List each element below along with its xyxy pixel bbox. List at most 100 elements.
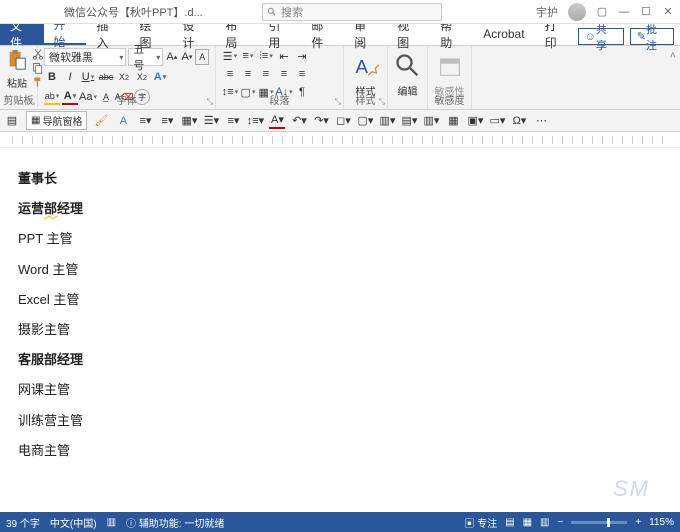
qat-redo[interactable]: ↷▾	[313, 113, 329, 129]
paragraph-launcher-icon[interactable]: ⤡	[335, 97, 341, 107]
share-button[interactable]: ☺ 共享	[578, 28, 624, 45]
styles-launcher-icon[interactable]: ⤡	[379, 97, 385, 107]
bold-button[interactable]: B	[44, 69, 60, 85]
svg-text:A: A	[355, 56, 368, 77]
decrease-indent-button[interactable]: ⇤	[276, 48, 292, 64]
file-tab[interactable]: 文件	[0, 23, 44, 45]
text-effects-button[interactable]: A	[152, 69, 168, 85]
editing-button[interactable]: 编辑	[394, 48, 421, 98]
align-center-button[interactable]: ≡	[240, 66, 256, 82]
tab-引用[interactable]: 引用	[258, 23, 301, 45]
doc-line[interactable]: 电商主管	[18, 442, 680, 460]
strikethrough-button[interactable]: abc	[98, 69, 114, 85]
qat-bullets[interactable]: ☰▾	[203, 113, 219, 129]
qat-fill[interactable]: ▢▾	[357, 113, 373, 129]
nav-pane-toggle[interactable]: ▦ 导航窗格	[26, 111, 87, 130]
styles-group: A 样式 样式 ⤡	[344, 46, 388, 109]
language-status[interactable]: 中文(中国)	[50, 515, 97, 530]
display-settings-icon[interactable]: ▥	[107, 517, 116, 528]
doc-line[interactable]: 训练营主管	[18, 412, 680, 430]
print-layout-view-icon[interactable]: ▤	[505, 517, 514, 528]
tab-邮件[interactable]: 邮件	[301, 23, 344, 45]
tab-视图[interactable]: 视图	[387, 23, 430, 45]
tab-开始[interactable]: 开始	[44, 23, 87, 45]
zoom-out-button[interactable]: −	[557, 517, 563, 528]
qat-group[interactable]: ▣▾	[467, 113, 483, 129]
qat-more[interactable]: ⋯	[533, 113, 549, 129]
read-mode-view-icon[interactable]: ▦	[523, 517, 532, 528]
tab-插入[interactable]: 插入	[86, 23, 129, 45]
doc-line[interactable]: 运营部经理	[18, 200, 680, 218]
font-launcher-icon[interactable]: ⤡	[207, 97, 213, 107]
clipboard-launcher-icon[interactable]: ⤡	[29, 97, 35, 107]
qat-section[interactable]: ▤▾	[401, 113, 417, 129]
tab-审阅[interactable]: 审阅	[344, 23, 387, 45]
qat-header[interactable]: ▥▾	[379, 113, 395, 129]
maximize-button[interactable]: ☐	[640, 6, 652, 18]
font-size-select[interactable]: 五号	[128, 48, 163, 66]
qat-columns[interactable]: ▥▾	[423, 113, 439, 129]
increase-indent-button[interactable]: ⇥	[294, 48, 310, 64]
numbering-button[interactable]: ≡	[240, 48, 256, 64]
comments-button[interactable]: ✎ 批注	[630, 28, 674, 45]
align-left-button[interactable]: ≡	[222, 66, 238, 82]
tab-设计[interactable]: 设计	[172, 23, 215, 45]
focus-mode[interactable]: ▣ 专注	[464, 515, 497, 530]
doc-line[interactable]: Word 主管	[18, 261, 680, 279]
minimize-button[interactable]: —	[618, 6, 630, 18]
underline-button[interactable]: U	[80, 69, 96, 85]
search-box[interactable]: 搜索	[262, 3, 442, 21]
sensitivity-button[interactable]: 敏感性	[434, 48, 465, 98]
qat-table[interactable]: ▦▾	[181, 113, 197, 129]
quick-access-toolbar: ▤ ▦ 导航窗格 🖌 A ≡▾ ≡▾ ▦▾ ☰▾ ≡▾ ↕≡▾ A▾ ↶▾ ↷▾…	[0, 110, 680, 132]
grow-font-button[interactable]: A▴	[165, 49, 178, 65]
doc-line[interactable]: Excel 主管	[18, 291, 680, 309]
distribute-button[interactable]: ≡	[294, 66, 310, 82]
qat-outline1[interactable]: ≡▾	[137, 113, 153, 129]
doc-line[interactable]: 客服部经理	[18, 351, 680, 369]
multilevel-list-button[interactable]: ⫶≡	[258, 48, 274, 64]
tab-Acrobat[interactable]: Acrobat	[473, 23, 534, 45]
bullets-button[interactable]: ☰	[222, 48, 238, 64]
user-avatar[interactable]	[568, 3, 586, 21]
qat-styles[interactable]: A	[115, 113, 131, 129]
web-layout-view-icon[interactable]: ▥	[540, 517, 549, 528]
close-button[interactable]: ✕	[662, 6, 674, 18]
orientation-icon[interactable]: ▤	[4, 113, 20, 129]
qat-align[interactable]: ≡▾	[159, 113, 175, 129]
collapse-ribbon-button[interactable]: ˄	[666, 46, 680, 109]
qat-symbol[interactable]: Ω▾	[511, 113, 527, 129]
italic-button[interactable]: I	[62, 69, 78, 85]
document-body[interactable]: 董事长运营部经理 PPT 主管 Word 主管 Excel 主管摄影主管客服部经理网课…	[0, 148, 680, 494]
tab-布局[interactable]: 布局	[215, 23, 258, 45]
align-right-button[interactable]: ≡	[258, 66, 274, 82]
doc-line[interactable]: 网课主管	[18, 381, 680, 399]
qat-shape[interactable]: ◻▾	[335, 113, 351, 129]
qat-image[interactable]: ▭▾	[489, 113, 505, 129]
horizontal-ruler[interactable]	[0, 132, 680, 148]
qat-undo[interactable]: ↶▾	[291, 113, 307, 129]
qat-format-painter[interactable]: 🖌	[93, 113, 109, 129]
justify-button[interactable]: ≡	[276, 66, 292, 82]
qat-merge[interactable]: ▦	[445, 113, 461, 129]
subscript-button[interactable]: X2	[116, 69, 132, 85]
ribbon-options-icon[interactable]: ▢	[596, 6, 608, 18]
doc-line[interactable]: 摄影主管	[18, 321, 680, 339]
zoom-level[interactable]: 115%	[649, 517, 674, 528]
doc-line[interactable]: 董事长	[18, 170, 680, 188]
qat-spacing[interactable]: ↕≡▾	[247, 113, 263, 129]
accessibility-status[interactable]: ⓘ 辅助功能: 一切就绪	[126, 515, 224, 530]
zoom-in-button[interactable]: +	[635, 517, 641, 528]
shrink-font-button[interactable]: A▾	[180, 49, 193, 65]
tab-打印[interactable]: 打印	[535, 23, 578, 45]
font-name-select[interactable]: 微软雅黑	[44, 48, 126, 66]
qat-numbering[interactable]: ≡▾	[225, 113, 241, 129]
qat-fontcolor[interactable]: A▾	[269, 113, 285, 129]
doc-line[interactable]: PPT 主管	[18, 230, 680, 248]
tab-帮助[interactable]: 帮助	[430, 23, 473, 45]
sensitivity-icon	[436, 52, 464, 80]
styles-button[interactable]: A 样式	[350, 48, 381, 98]
word-count[interactable]: 39 个字	[6, 515, 40, 530]
zoom-slider[interactable]	[571, 521, 627, 524]
phonetic-guide-button[interactable]: A	[195, 49, 209, 65]
